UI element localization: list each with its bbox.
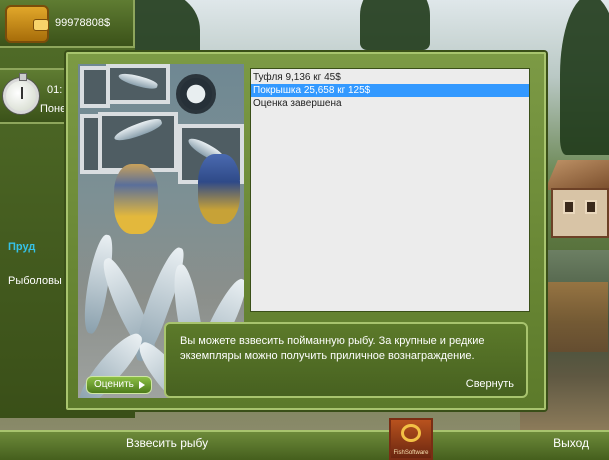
- info-panel: Вы можете взвесить пойманную рыбу. За кр…: [164, 322, 528, 398]
- list-item-selected[interactable]: Покрышка 25,658 кг 125$: [251, 84, 529, 97]
- house: [545, 160, 609, 240]
- exit-button[interactable]: Выход: [553, 436, 589, 450]
- wallet-panel: 99978808$: [0, 0, 135, 48]
- scale-icon: [176, 74, 216, 114]
- fishsoftware-logo: FishSoftware: [389, 418, 433, 460]
- location-fisher[interactable]: Рыболовы: [8, 275, 62, 287]
- info-text: Вы можете взвесить пойманную рыбу. За кр…: [180, 335, 485, 362]
- catch-list[interactable]: Туфля 9,136 кг 45$ Покрышка 25,658 кг 12…: [250, 68, 530, 312]
- wallet-icon: [5, 5, 49, 43]
- evaluate-label: Оценить: [94, 379, 134, 390]
- location-pond[interactable]: Пруд: [8, 241, 35, 253]
- list-item[interactable]: Оценка завершена: [251, 97, 529, 110]
- bottom-bar: Взвесить рыбу Выход: [0, 430, 609, 460]
- weigh-dialog: Туфля 9,136 кг 45$ Покрышка 25,658 кг 12…: [66, 52, 546, 410]
- fish-logo-icon: [401, 424, 421, 442]
- tree: [360, 0, 430, 50]
- play-icon: [139, 381, 145, 389]
- list-item[interactable]: Туфля 9,136 кг 45$: [251, 71, 529, 84]
- house-reflection: [548, 282, 608, 352]
- timer-time: 01:: [47, 84, 63, 96]
- timer-status: Поне: [40, 103, 67, 115]
- money-balance: 99978808$: [55, 17, 111, 29]
- logo-text: FishSoftware: [393, 450, 429, 456]
- collapse-button[interactable]: Свернуть: [466, 378, 514, 390]
- tree: [560, 0, 609, 155]
- evaluate-button[interactable]: Оценить: [86, 376, 152, 394]
- weigh-fish-button[interactable]: Взвесить рыбу: [126, 436, 208, 450]
- stopwatch-icon: [3, 73, 39, 114]
